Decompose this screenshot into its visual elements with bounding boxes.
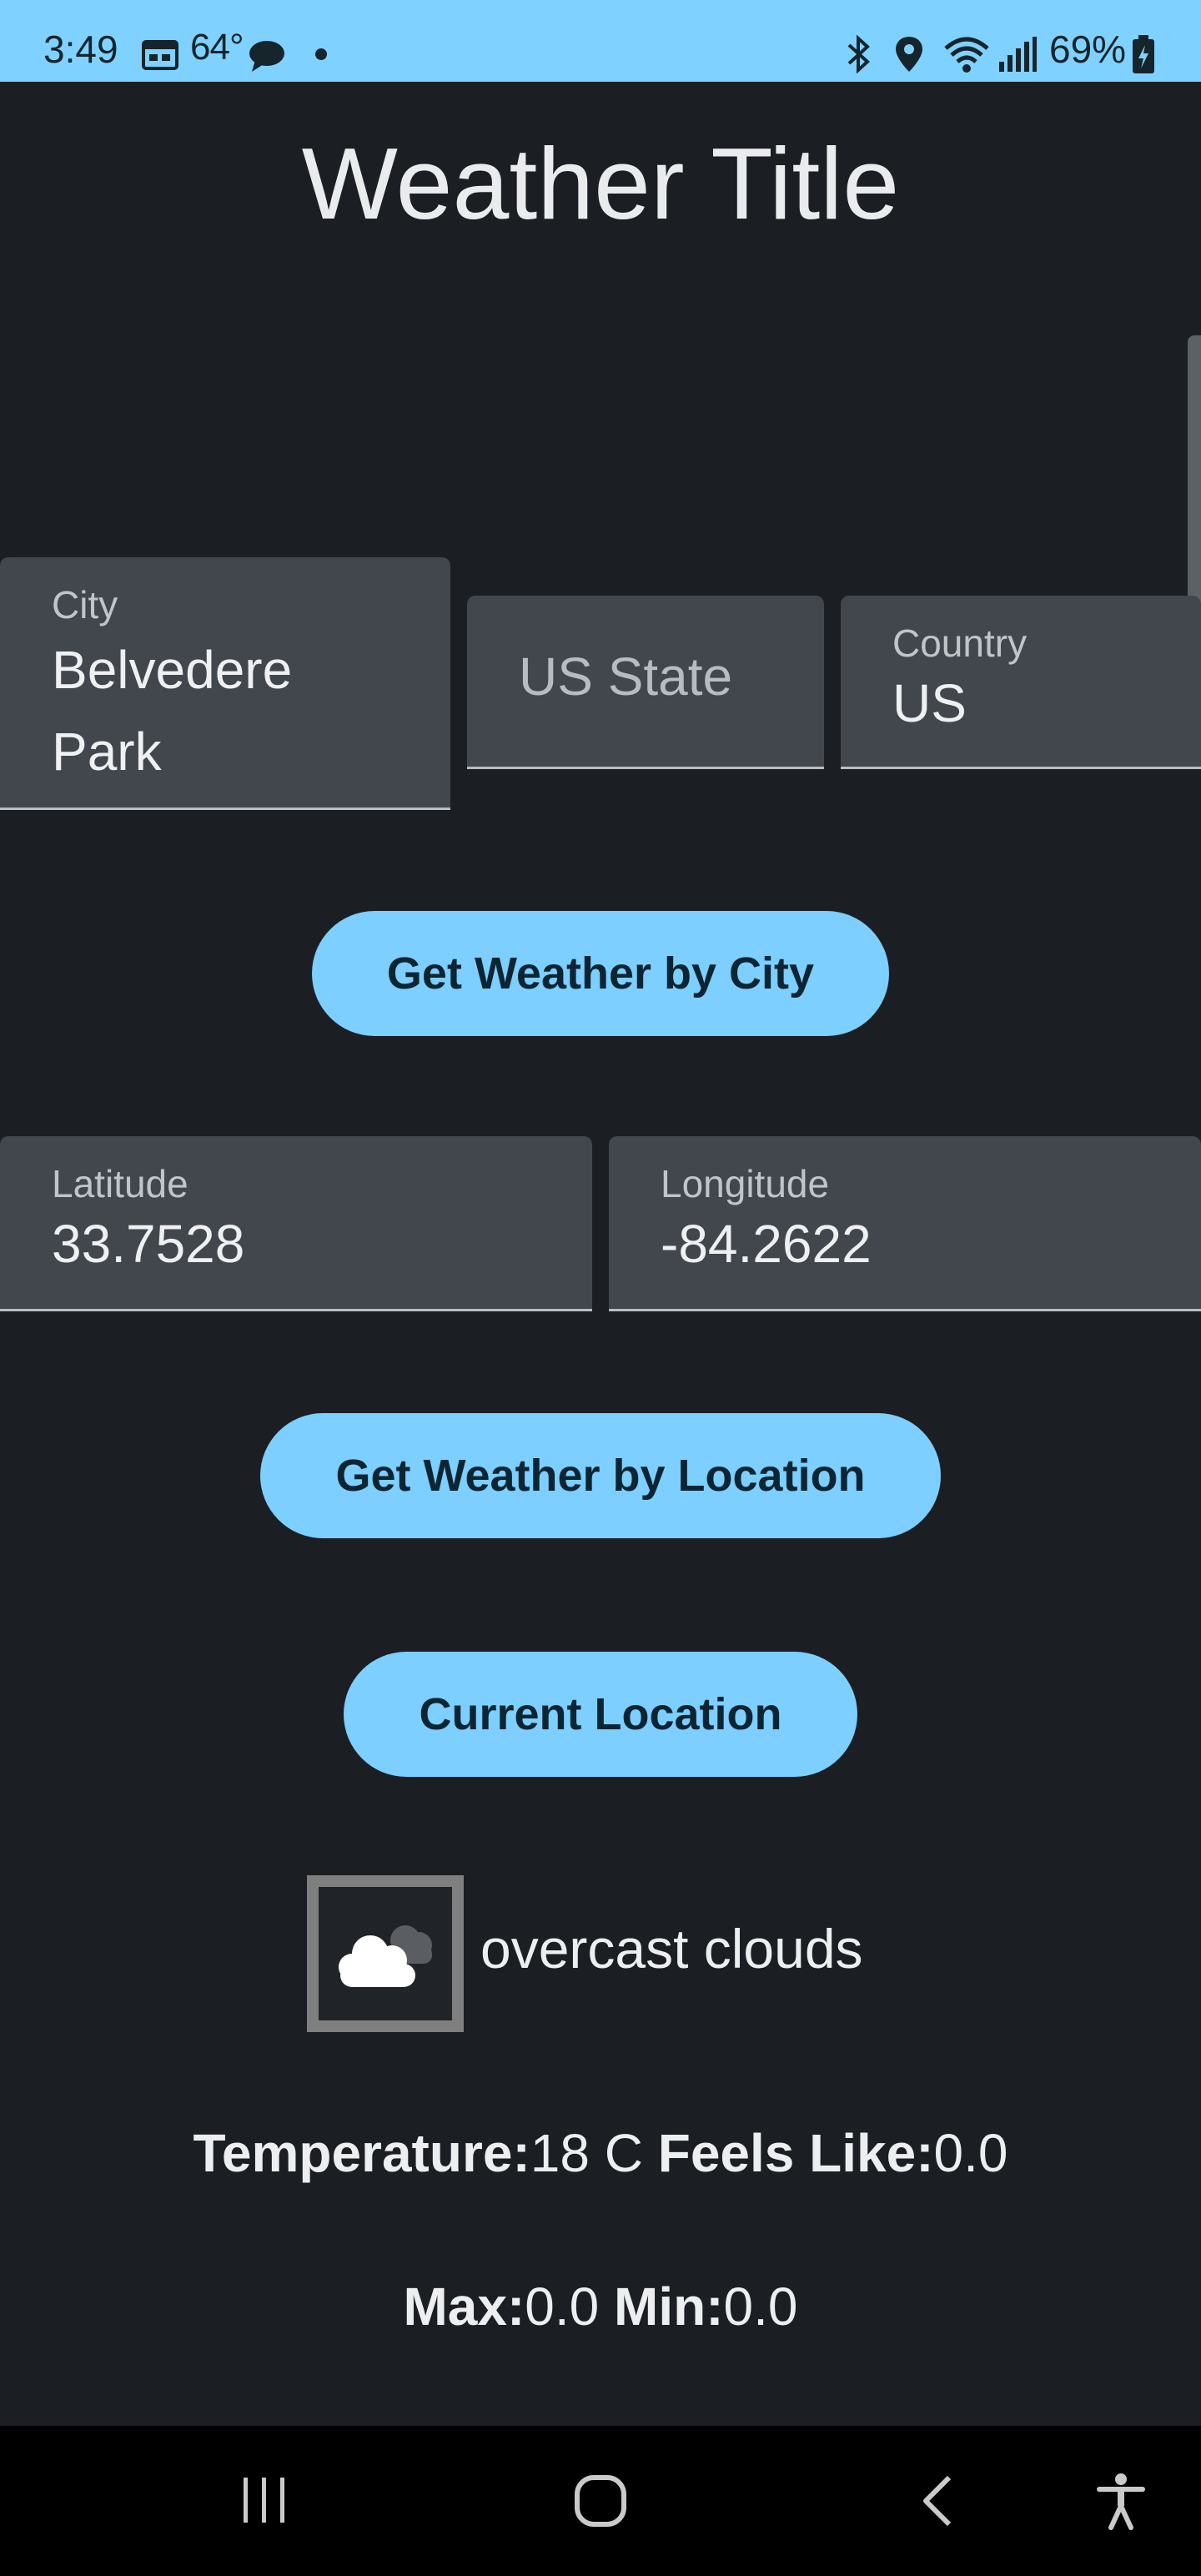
min-label: Min: bbox=[614, 2277, 724, 2337]
temperature-value: 18 C bbox=[530, 2123, 643, 2183]
longitude-field[interactable]: Longitude -84.2622 bbox=[609, 1136, 1201, 1311]
battery-charging-icon bbox=[1131, 35, 1156, 79]
home-icon[interactable] bbox=[574, 2474, 627, 2532]
calendar-icon bbox=[142, 37, 178, 74]
cellular-signal-icon bbox=[997, 35, 1038, 78]
temperature-label: Temperature: bbox=[193, 2123, 530, 2183]
battery-percent: 69% bbox=[1049, 28, 1127, 71]
city-field[interactable]: City Belvedere Park bbox=[0, 557, 450, 810]
navigation-bar bbox=[0, 2426, 1201, 2576]
get-weather-by-city-label: Get Weather by City bbox=[386, 948, 815, 999]
get-weather-by-location-label: Get Weather by Location bbox=[335, 1451, 866, 1501]
city-field-label: City bbox=[52, 583, 118, 626]
latitude-field-label: Latitude bbox=[52, 1162, 188, 1205]
recent-apps-icon[interactable] bbox=[239, 2474, 290, 2530]
country-field[interactable]: Country US bbox=[841, 596, 1201, 769]
bluetooth-icon bbox=[844, 34, 874, 78]
min-value: 0.0 bbox=[723, 2277, 798, 2337]
get-weather-by-location-button[interactable]: Get Weather by Location bbox=[260, 1413, 941, 1538]
longitude-field-value: -84.2622 bbox=[661, 1214, 872, 1274]
feels-like-value: 0.0 bbox=[933, 2123, 1008, 2183]
location-pin-icon bbox=[894, 35, 924, 78]
max-value: 0.0 bbox=[525, 2277, 600, 2337]
status-time: 3:49 bbox=[43, 28, 118, 71]
overcast-cloud-icon bbox=[307, 1875, 464, 2032]
get-weather-by-city-button[interactable]: Get Weather by City bbox=[312, 911, 889, 1036]
city-field-value-line2: Park bbox=[52, 722, 162, 782]
accessibility-icon[interactable] bbox=[1096, 2473, 1146, 2535]
latitude-field-value: 33.7528 bbox=[52, 1214, 245, 1274]
status-bar: 3:49 64° 69% bbox=[0, 0, 1201, 82]
state-field-placeholder: US State bbox=[519, 647, 733, 707]
latitude-field[interactable]: Latitude 33.7528 bbox=[0, 1136, 592, 1311]
notification-dot-icon bbox=[315, 48, 327, 60]
feels-like-label: Feels Like: bbox=[657, 2123, 934, 2183]
longitude-field-label: Longitude bbox=[661, 1162, 830, 1205]
back-icon[interactable] bbox=[917, 2474, 957, 2532]
max-label: Max: bbox=[403, 2277, 525, 2337]
current-location-label: Current Location bbox=[419, 1689, 782, 1739]
weather-description: overcast clouds bbox=[480, 1918, 863, 1980]
state-field[interactable]: US State bbox=[467, 596, 824, 769]
status-temperature: 64° bbox=[190, 27, 244, 68]
current-location-button[interactable]: Current Location bbox=[344, 1652, 857, 1777]
temperature-row: Temperature:18 C Feels Like:0.0 bbox=[0, 2122, 1201, 2184]
country-field-value: US bbox=[892, 673, 967, 733]
max-min-row: Max:0.0 Min:0.0 bbox=[0, 2276, 1201, 2337]
chat-bubble-icon bbox=[247, 38, 287, 78]
city-field-value-line1: Belvedere bbox=[52, 640, 293, 700]
page-title: Weather Title bbox=[301, 127, 900, 240]
country-field-label: Country bbox=[892, 621, 1028, 665]
wifi-icon bbox=[942, 35, 991, 78]
